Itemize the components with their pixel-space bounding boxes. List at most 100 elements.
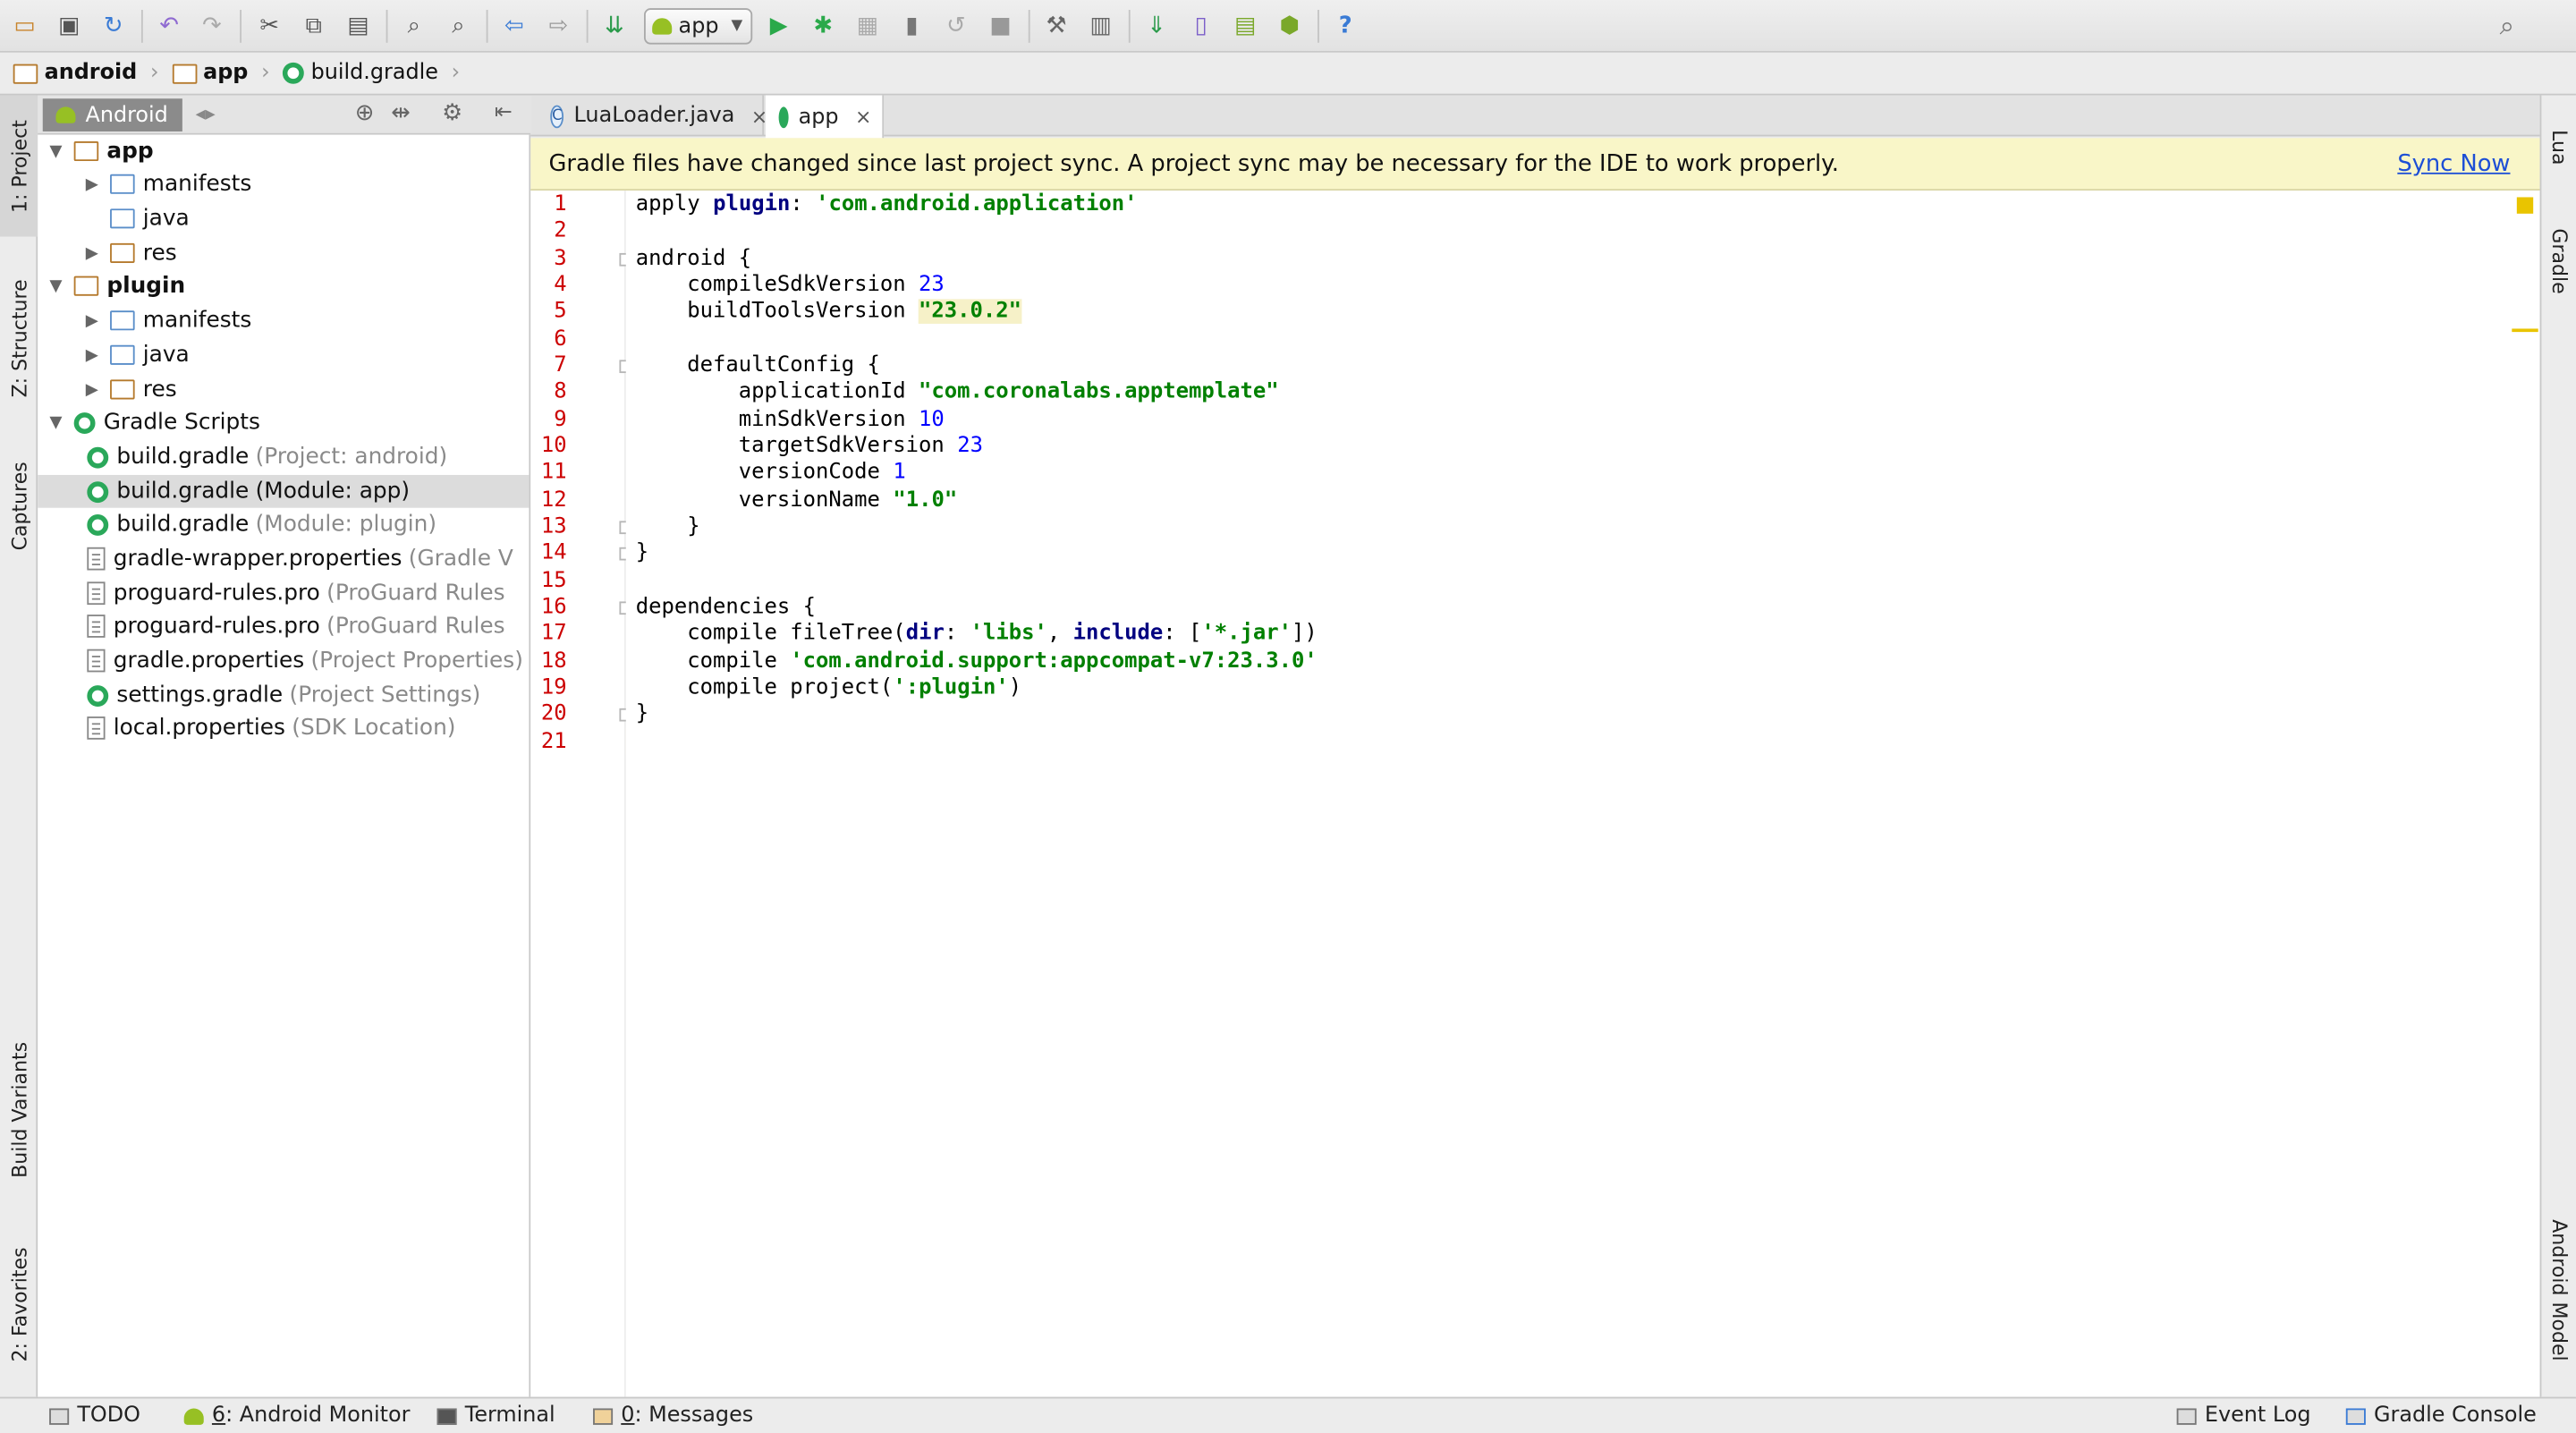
- tree-node-res[interactable]: ▶ res: [80, 237, 177, 270]
- code-line: }: [635, 514, 700, 539]
- expanded-arrow-icon[interactable]: ▼: [45, 277, 68, 295]
- project-structure-icon[interactable]: ⚒: [1041, 12, 1071, 41]
- tree-node-app[interactable]: ▼ app: [45, 135, 154, 168]
- main-toolbar: ▭ ▣ ↻ ↶ ↷ ✂ ⧉ ▤ ⌕ ⌕ ⇦ ⇨ ⇊ app ▼ ▶ ✱ ▦ ▮ …: [0, 0, 2576, 53]
- paste-icon[interactable]: ▤: [343, 12, 373, 41]
- copy-icon[interactable]: ⧉: [299, 12, 328, 41]
- toolbar-separator: [586, 10, 589, 43]
- collapsed-arrow-icon[interactable]: ▶: [80, 244, 104, 262]
- build-variants-tool-tab[interactable]: Build Variants: [0, 1024, 38, 1197]
- expanded-arrow-icon[interactable]: ▼: [45, 142, 68, 160]
- attach-debugger-icon[interactable]: ▦: [852, 12, 882, 41]
- gear-icon[interactable]: ⚙: [442, 100, 462, 126]
- tree-node-manifests[interactable]: ▶ manifests: [80, 304, 252, 337]
- android-device-monitor-icon[interactable]: ▤: [1231, 12, 1260, 41]
- android-icon[interactable]: ⬢: [1275, 12, 1304, 41]
- tab-lualoader-java[interactable]: C LuaLoader.java ×: [538, 95, 767, 137]
- undo-icon[interactable]: ↶: [155, 12, 184, 41]
- tree-node-build-gradle-app-selected[interactable]: build.gradle (Module: app): [38, 474, 530, 508]
- debug-icon[interactable]: ✱: [809, 12, 838, 41]
- sdk-manager-icon[interactable]: ▥: [1086, 12, 1115, 41]
- tree-node-settings-gradle[interactable]: settings.gradle (Project Settings): [87, 679, 480, 712]
- close-icon[interactable]: ×: [855, 106, 871, 129]
- event-log-tool-button[interactable]: Event Log: [2176, 1403, 2310, 1429]
- breadcrumb-label: build.gradle: [310, 60, 438, 86]
- tab-app-build-gradle[interactable]: app ×: [765, 95, 885, 139]
- hide-panel-icon[interactable]: ⇤: [495, 100, 513, 125]
- tree-node-build-gradle-plugin[interactable]: build.gradle (Module: plugin): [87, 508, 436, 541]
- code-editor[interactable]: apply plugin: 'com.android.application' …: [625, 191, 2540, 1397]
- run-icon[interactable]: ▶: [764, 12, 793, 41]
- left-tool-window-stripe: 1: Project Z: Structure Captures Build V…: [0, 95, 38, 1397]
- captures-tool-tab[interactable]: Captures: [0, 440, 38, 572]
- android-model-tool-tab[interactable]: Android Model: [2541, 1200, 2576, 1380]
- tool-tab-label: 2: Favorites: [7, 1246, 30, 1361]
- sync-icon[interactable]: ↻: [98, 12, 128, 41]
- tree-node-gradle-scripts[interactable]: ▼ Gradle Scripts: [45, 406, 260, 439]
- tree-node-res[interactable]: ▶ res: [80, 373, 177, 406]
- inspection-status-icon[interactable]: [2516, 197, 2534, 214]
- collapsed-arrow-icon[interactable]: ▶: [80, 311, 104, 329]
- favorites-tool-tab[interactable]: 2: Favorites: [0, 1226, 38, 1383]
- todo-tool-button[interactable]: TODO: [49, 1403, 140, 1429]
- cut-icon[interactable]: ✂: [255, 12, 284, 41]
- collapsed-arrow-icon[interactable]: ▶: [80, 380, 104, 398]
- avd-manager-icon[interactable]: ▯: [1186, 12, 1216, 41]
- tree-node-java[interactable]: ▶ java: [80, 338, 190, 371]
- sync-gradle-icon[interactable]: ⇓: [1142, 12, 1172, 41]
- structure-tool-tab[interactable]: Z: Structure: [0, 259, 38, 416]
- gradle-tool-tab[interactable]: Gradle: [2541, 210, 2576, 312]
- gradle-console-icon: [2345, 1407, 2366, 1424]
- make-project-icon[interactable]: ⇊: [599, 12, 629, 41]
- collapse-all-icon[interactable]: ⇹: [391, 100, 411, 126]
- tree-node-local-properties[interactable]: local.properties (SDK Location): [87, 712, 455, 745]
- module-folder-icon: [73, 140, 99, 162]
- android-monitor-tool-button[interactable]: 6: Android Monitor: [183, 1403, 410, 1429]
- code-line: dependencies {: [635, 595, 817, 620]
- tree-node-plugin[interactable]: ▼ plugin: [45, 269, 186, 302]
- terminal-tool-button[interactable]: Terminal: [436, 1403, 555, 1429]
- back-icon[interactable]: ⇦: [499, 12, 529, 41]
- open-folder-icon[interactable]: ▭: [10, 12, 39, 41]
- breadcrumb-build-gradle[interactable]: build.gradle ›: [283, 61, 460, 86]
- collapsed-arrow-icon[interactable]: ▶: [80, 175, 104, 193]
- tree-node-gradle-wrapper-properties[interactable]: gradle-wrapper.properties (Gradle V: [87, 542, 513, 575]
- tree-node-gradle-properties[interactable]: gradle.properties (Project Properties): [87, 644, 523, 677]
- expanded-arrow-icon[interactable]: ▼: [45, 413, 68, 431]
- breadcrumb-android[interactable]: android ›: [13, 61, 158, 86]
- search-everywhere-icon[interactable]: ⌕: [2492, 11, 2521, 41]
- tree-node-proguard-rules[interactable]: proguard-rules.pro (ProGuard Rules: [87, 610, 505, 643]
- collapsed-arrow-icon[interactable]: ▶: [80, 346, 104, 364]
- project-panel-header: Android ◂▸ ⊕ ⇹ ⚙ ⇤: [38, 95, 531, 135]
- replace-icon[interactable]: ⌕: [444, 12, 473, 41]
- scroll-from-source-icon[interactable]: ⊕: [355, 100, 375, 126]
- lua-tool-tab[interactable]: Lua: [2541, 106, 2576, 191]
- gradle-console-tool-button[interactable]: Gradle Console: [2345, 1403, 2537, 1429]
- save-icon[interactable]: ▣: [55, 12, 84, 41]
- stop-icon[interactable]: ■: [986, 12, 1015, 41]
- code-line: }: [635, 540, 649, 565]
- breadcrumb-app[interactable]: app ›: [172, 61, 270, 86]
- help-icon[interactable]: ?: [1331, 12, 1360, 41]
- run-configuration-select[interactable]: app ▼: [643, 8, 753, 45]
- apply-changes-icon[interactable]: ▮: [897, 12, 927, 41]
- tree-node-manifests[interactable]: ▶ manifests: [80, 167, 252, 200]
- tree-node-label: java: [142, 342, 190, 369]
- project-tool-tab[interactable]: 1: Project: [0, 95, 38, 237]
- rerun-icon[interactable]: ↺: [941, 12, 970, 41]
- warning-stripe-marker[interactable]: [2512, 328, 2538, 333]
- redo-icon[interactable]: ↷: [197, 12, 226, 41]
- code-line: }: [635, 701, 649, 727]
- messages-tool-button[interactable]: 0: Messages: [593, 1403, 753, 1429]
- switch-view-icon[interactable]: ◂▸: [196, 102, 216, 125]
- sync-now-link[interactable]: Sync Now: [2397, 151, 2510, 177]
- code-line: compile 'com.android.support:appcompat-v…: [635, 649, 1318, 674]
- tree-node-build-gradle-project[interactable]: build.gradle (Project: android): [87, 440, 447, 473]
- text-file-icon: [87, 581, 106, 606]
- forward-icon[interactable]: ⇨: [544, 12, 573, 41]
- tree-node-proguard-rules[interactable]: proguard-rules.pro (ProGuard Rules: [87, 577, 505, 610]
- find-icon[interactable]: ⌕: [399, 12, 428, 41]
- project-view-selector[interactable]: Android: [42, 98, 182, 131]
- tree-node-label: plugin: [106, 272, 186, 300]
- tree-node-java[interactable]: java: [80, 202, 190, 235]
